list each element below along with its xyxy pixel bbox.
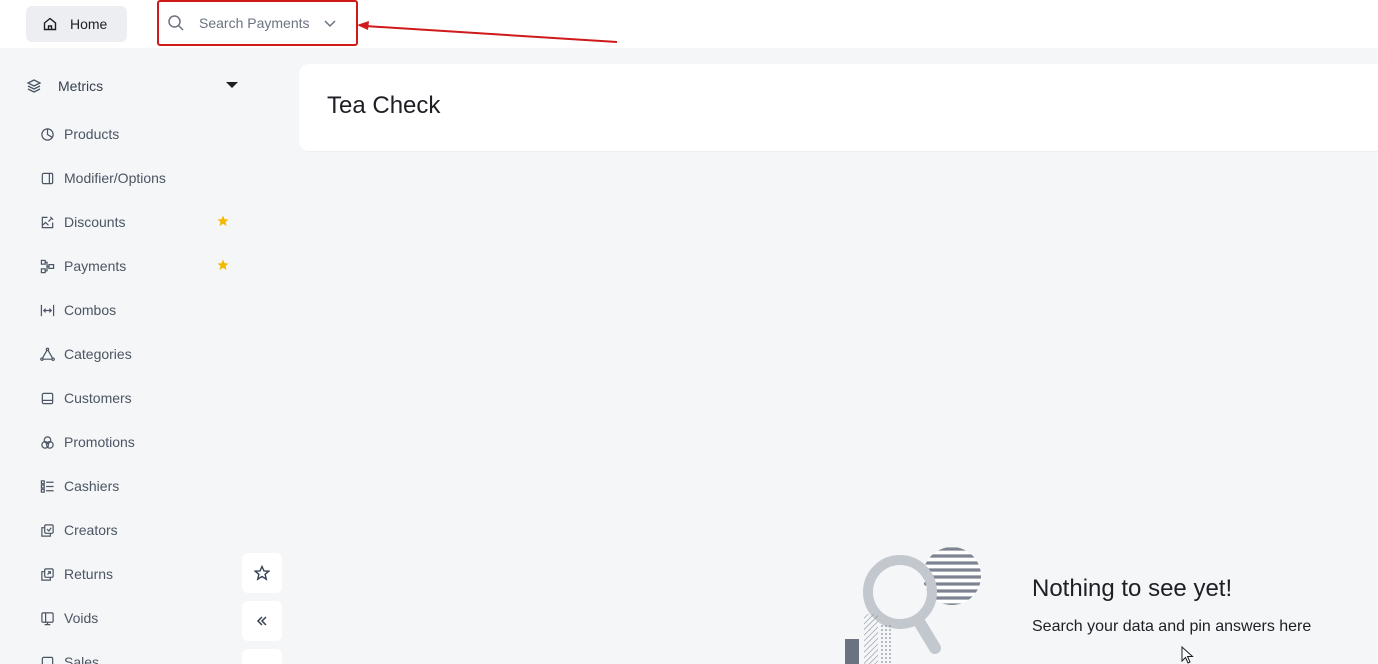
sidebar-item-customers[interactable]: Customers [40,386,240,410]
metrics-section-toggle[interactable]: Metrics [26,76,240,96]
home-icon [43,17,57,31]
pie-chart-icon [41,127,54,141]
metrics-label: Metrics [58,78,104,94]
layers-icon [26,79,42,93]
sidebar-item-creators[interactable]: Creators [40,518,240,542]
chevron-down-icon[interactable] [323,16,337,30]
list-checks-icon [40,479,54,493]
sidebar-item-returns[interactable]: Returns [40,562,240,586]
sidebar-item-combos[interactable]: Combos [40,298,240,322]
search-icon [168,15,184,31]
sidebar-item-promotions[interactable]: Promotions [40,430,240,454]
star-outline-icon [254,565,270,581]
panel-icon [41,172,54,184]
top-bar: Home [0,0,1378,48]
copy-return-icon [41,567,54,581]
collapse-sidebar-button[interactable] [242,601,282,641]
sidebar-item-label: Cashiers [64,478,120,494]
search-payments-field[interactable] [157,0,358,46]
sidebar-item-label: Products [64,126,120,142]
sidebar-item-label: Creators [64,522,118,538]
search-input[interactable] [199,15,317,31]
sidebar-item-label: Combos [64,302,117,318]
caret-down-icon [226,82,238,88]
mouse-cursor-icon [1181,646,1194,664]
sidebar-item-label: Returns [64,566,114,582]
triangle-nodes-icon [40,347,55,361]
empty-state-illustration [845,547,981,664]
sidebar: Metrics Products Modifier/Options Discou… [0,48,290,664]
workflow-icon [40,259,55,273]
empty-state-subtitle: Search your data and pin answers here [1032,618,1312,635]
empty-state-title: Nothing to see yet! [1032,575,1233,602]
double-chevron-left-icon [256,616,267,626]
monitor-icon [41,611,54,625]
home-button[interactable]: Home [26,6,127,42]
sidebar-item-label: Customers [64,390,132,406]
page-header: Tea Check [299,64,1378,152]
star-filled-icon[interactable] [217,259,229,271]
sidebar-item-label: Modifier/Options [64,170,166,186]
sidebar-item-payments[interactable]: Payments [40,254,240,278]
sidebar-item-modifier-options[interactable]: Modifier/Options [40,166,240,190]
home-label: Home [70,16,108,32]
sidebar-item-label: Voids [64,610,99,626]
sidebar-item-sales[interactable]: Sales [40,650,240,664]
annotation-arrow [357,21,618,43]
favorites-button[interactable] [242,553,282,593]
sidebar-item-categories[interactable]: Categories [40,342,240,366]
star-filled-icon[interactable] [217,215,229,227]
copy-icon [41,523,54,537]
sidebar-item-label: Discounts [64,214,126,230]
sidebar-item-label: Sales [64,654,100,664]
image-edit-icon [41,215,54,228]
circles-icon [41,435,54,449]
sidebar-item-label: Categories [64,346,132,362]
square-icon [41,656,54,664]
page-title: Tea Check [327,92,441,119]
sidebar-item-label: Promotions [64,434,135,450]
sidebar-item-discounts[interactable]: Discounts [40,210,240,234]
sidebar-extra-button[interactable] [242,649,282,664]
sidebar-item-voids[interactable]: Voids [40,606,240,630]
sidebar-item-cashiers[interactable]: Cashiers [40,474,240,498]
sidebar-item-label: Payments [64,258,127,274]
sidebar-item-products[interactable]: Products [40,122,240,146]
inbox-icon [41,392,54,404]
width-arrows-icon [40,304,55,316]
